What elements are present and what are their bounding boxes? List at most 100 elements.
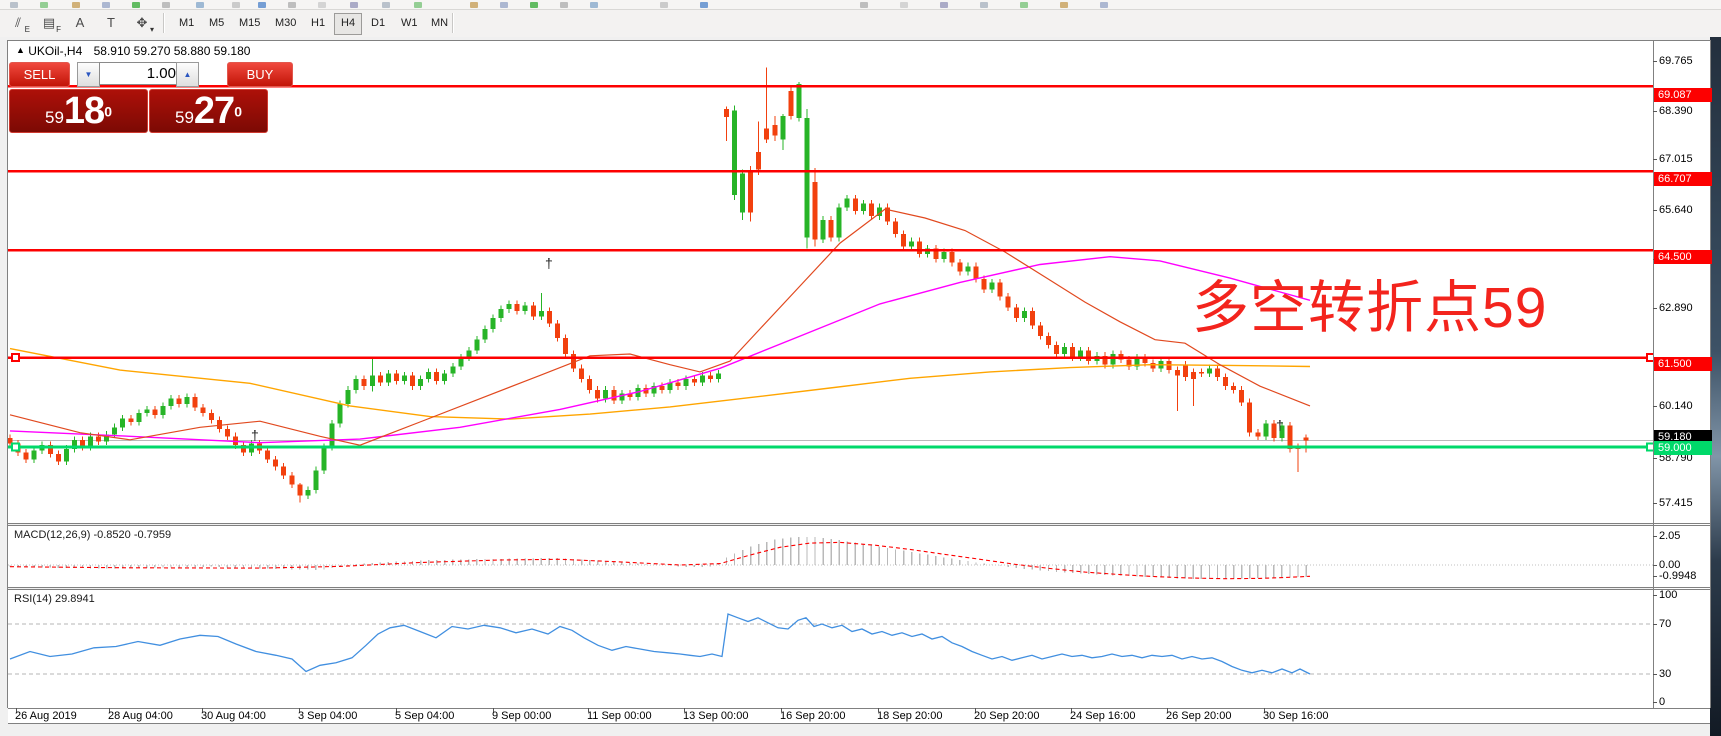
timeframe-button-d1[interactable]: D1 bbox=[364, 13, 392, 33]
background-window-edge bbox=[1710, 37, 1721, 736]
toolbar-icon-cutoff bbox=[1020, 2, 1028, 8]
volume-decrease-button[interactable]: ▼ bbox=[77, 62, 100, 87]
equidistant-channel-icon-sub: E bbox=[25, 26, 30, 34]
buy-price-panel[interactable]: 59270 bbox=[149, 89, 268, 133]
toolbar-icon-cutoff bbox=[414, 2, 422, 8]
text-label-icon[interactable]: A bbox=[68, 12, 92, 34]
price-tick-label: 69.765 bbox=[1659, 55, 1693, 67]
collapse-arrow-icon[interactable]: ▲ bbox=[16, 45, 25, 55]
price-tick-label: 68.390 bbox=[1659, 105, 1693, 117]
rsi-tick-label: 70 bbox=[1659, 618, 1671, 630]
volume-input[interactable]: 1.00 bbox=[99, 62, 181, 85]
macd-tick-mark bbox=[1653, 576, 1657, 577]
toolbar-icon-cutoff bbox=[72, 2, 80, 8]
svg-text:†: † bbox=[251, 427, 259, 443]
toolbar-separator bbox=[452, 13, 454, 33]
arrows-tool-icon[interactable]: ✥▾ bbox=[130, 12, 154, 34]
toolbar-icon-cutoff bbox=[102, 2, 110, 8]
toolbar-icon-cutoff bbox=[382, 2, 390, 8]
toolbar-icon-cutoff bbox=[470, 2, 478, 8]
time-tick-label: 9 Sep 00:00 bbox=[492, 710, 551, 722]
time-tick-label: 11 Sep 00:00 bbox=[587, 710, 652, 722]
toolbar-icon-cutoff bbox=[318, 2, 326, 8]
macd-label: MACD(12,26,9) -0.8520 -0.7959 bbox=[14, 529, 171, 541]
symbol-label: UKOil-,H4 bbox=[28, 44, 82, 58]
chart-annotation-text: 多空转折点59 bbox=[1192, 262, 1547, 344]
rsi-label: RSI(14) 29.8941 bbox=[14, 593, 95, 605]
rsi-tick-mark bbox=[1653, 702, 1657, 703]
toolbar-icon-cutoff bbox=[500, 2, 508, 8]
toolbar-icon-cutoff bbox=[350, 2, 358, 8]
price-tick-mark bbox=[1653, 406, 1657, 407]
sell-price-panel[interactable]: 59180 bbox=[9, 89, 148, 133]
buy-price-sup: 0 bbox=[234, 104, 242, 120]
timeframe-button-m5[interactable]: M5 bbox=[202, 13, 231, 33]
time-tick-label: 3 Sep 04:00 bbox=[298, 710, 357, 722]
toolbar-icon-cutoff bbox=[660, 2, 668, 8]
price-tick-mark bbox=[1653, 111, 1657, 112]
time-tick-label: 18 Sep 20:00 bbox=[877, 710, 942, 722]
rsi-chart[interactable] bbox=[8, 589, 1653, 708]
timeframe-button-h4[interactable]: H4 bbox=[334, 13, 362, 35]
buy-button[interactable]: BUY bbox=[227, 62, 293, 87]
timeframe-button-m1[interactable]: M1 bbox=[172, 13, 201, 33]
rsi-tick-label: 100 bbox=[1659, 589, 1677, 601]
volume-increase-button[interactable]: ▲ bbox=[176, 62, 199, 87]
time-tick-label: 28 Aug 04:00 bbox=[108, 710, 173, 722]
chart-symbol-header: ▲ UKOil-,H4 58.910 59.270 58.880 59.180 bbox=[16, 44, 250, 58]
price-badge-69.087: 69.087 bbox=[1654, 88, 1712, 102]
pane-border bbox=[8, 708, 1710, 709]
timeframe-button-w1[interactable]: W1 bbox=[394, 13, 425, 33]
price-badge-61.500: 61.500 bbox=[1654, 357, 1712, 371]
price-tick-label: 57.415 bbox=[1659, 497, 1693, 509]
price-axis[interactable] bbox=[1653, 40, 1710, 708]
toolbar-icon-cutoff bbox=[900, 2, 908, 8]
sell-button[interactable]: SELL bbox=[9, 62, 70, 87]
pane-border bbox=[8, 723, 1710, 724]
time-tick-label: 13 Sep 00:00 bbox=[683, 710, 748, 722]
toolbar-icon-cutoff bbox=[980, 2, 988, 8]
timeframe-button-m15[interactable]: M15 bbox=[232, 13, 267, 33]
rsi-tick-mark bbox=[1653, 624, 1657, 625]
timeframe-button-m30[interactable]: M30 bbox=[268, 13, 303, 33]
toolbar-icon-cutoff bbox=[1060, 2, 1068, 8]
toolbar-icon-cutoff bbox=[162, 2, 170, 8]
toolbar-icon-cutoff bbox=[40, 2, 48, 8]
toolbar-icon-cutoff bbox=[530, 2, 538, 8]
price-tick-label: 67.015 bbox=[1659, 153, 1693, 165]
toolbar-separator bbox=[163, 13, 165, 33]
time-tick-label: 24 Sep 16:00 bbox=[1070, 710, 1135, 722]
time-tick-label: 30 Sep 16:00 bbox=[1263, 710, 1328, 722]
top-toolbar-cutoff bbox=[0, 0, 1721, 10]
buy-price-main: 27 bbox=[194, 90, 234, 132]
timeframe-button-h1[interactable]: H1 bbox=[304, 13, 332, 33]
arrows-tool-icon-sub: ▾ bbox=[150, 26, 154, 34]
drawing-toolbar: ⫽E ▤F AT ✥▾ M1M5M15M30H1H4D1W1MN bbox=[0, 10, 1721, 38]
equidistant-channel-icon[interactable]: ⫽E bbox=[6, 12, 30, 34]
price-tick-mark bbox=[1653, 503, 1657, 504]
toolbar-icon-cutoff bbox=[132, 2, 140, 8]
fibonacci-icon[interactable]: ▤F bbox=[37, 12, 61, 34]
price-tick-label: 62.890 bbox=[1659, 302, 1693, 314]
toolbar-icon-cutoff bbox=[560, 2, 568, 8]
fibonacci-icon-sub: F bbox=[56, 26, 61, 34]
svg-text:†: † bbox=[1276, 417, 1284, 433]
time-tick-label: 26 Sep 20:00 bbox=[1166, 710, 1231, 722]
text-box-icon[interactable]: T bbox=[99, 12, 123, 34]
toolbar-icon-cutoff bbox=[196, 2, 204, 8]
rsi-tick-mark bbox=[1653, 674, 1657, 675]
sell-price-prefix: 59 bbox=[45, 108, 64, 127]
time-tick-label: 20 Sep 20:00 bbox=[974, 710, 1039, 722]
toolbar-icon-cutoff bbox=[860, 2, 868, 8]
timeframe-button-mn[interactable]: MN bbox=[424, 13, 455, 33]
toolbar-icon-cutoff bbox=[288, 2, 296, 8]
price-tick-label: 65.640 bbox=[1659, 204, 1693, 216]
price-tick-mark bbox=[1653, 458, 1657, 459]
macd-tick-label: 2.05 bbox=[1659, 530, 1680, 542]
sell-price-main: 18 bbox=[64, 90, 104, 132]
macd-tick-label: -0.9948 bbox=[1659, 570, 1696, 582]
macd-tick-mark bbox=[1653, 536, 1657, 537]
macd-chart[interactable] bbox=[8, 525, 1653, 587]
toolbar-icon-cutoff bbox=[1100, 2, 1108, 8]
buy-price-prefix: 59 bbox=[175, 108, 194, 127]
